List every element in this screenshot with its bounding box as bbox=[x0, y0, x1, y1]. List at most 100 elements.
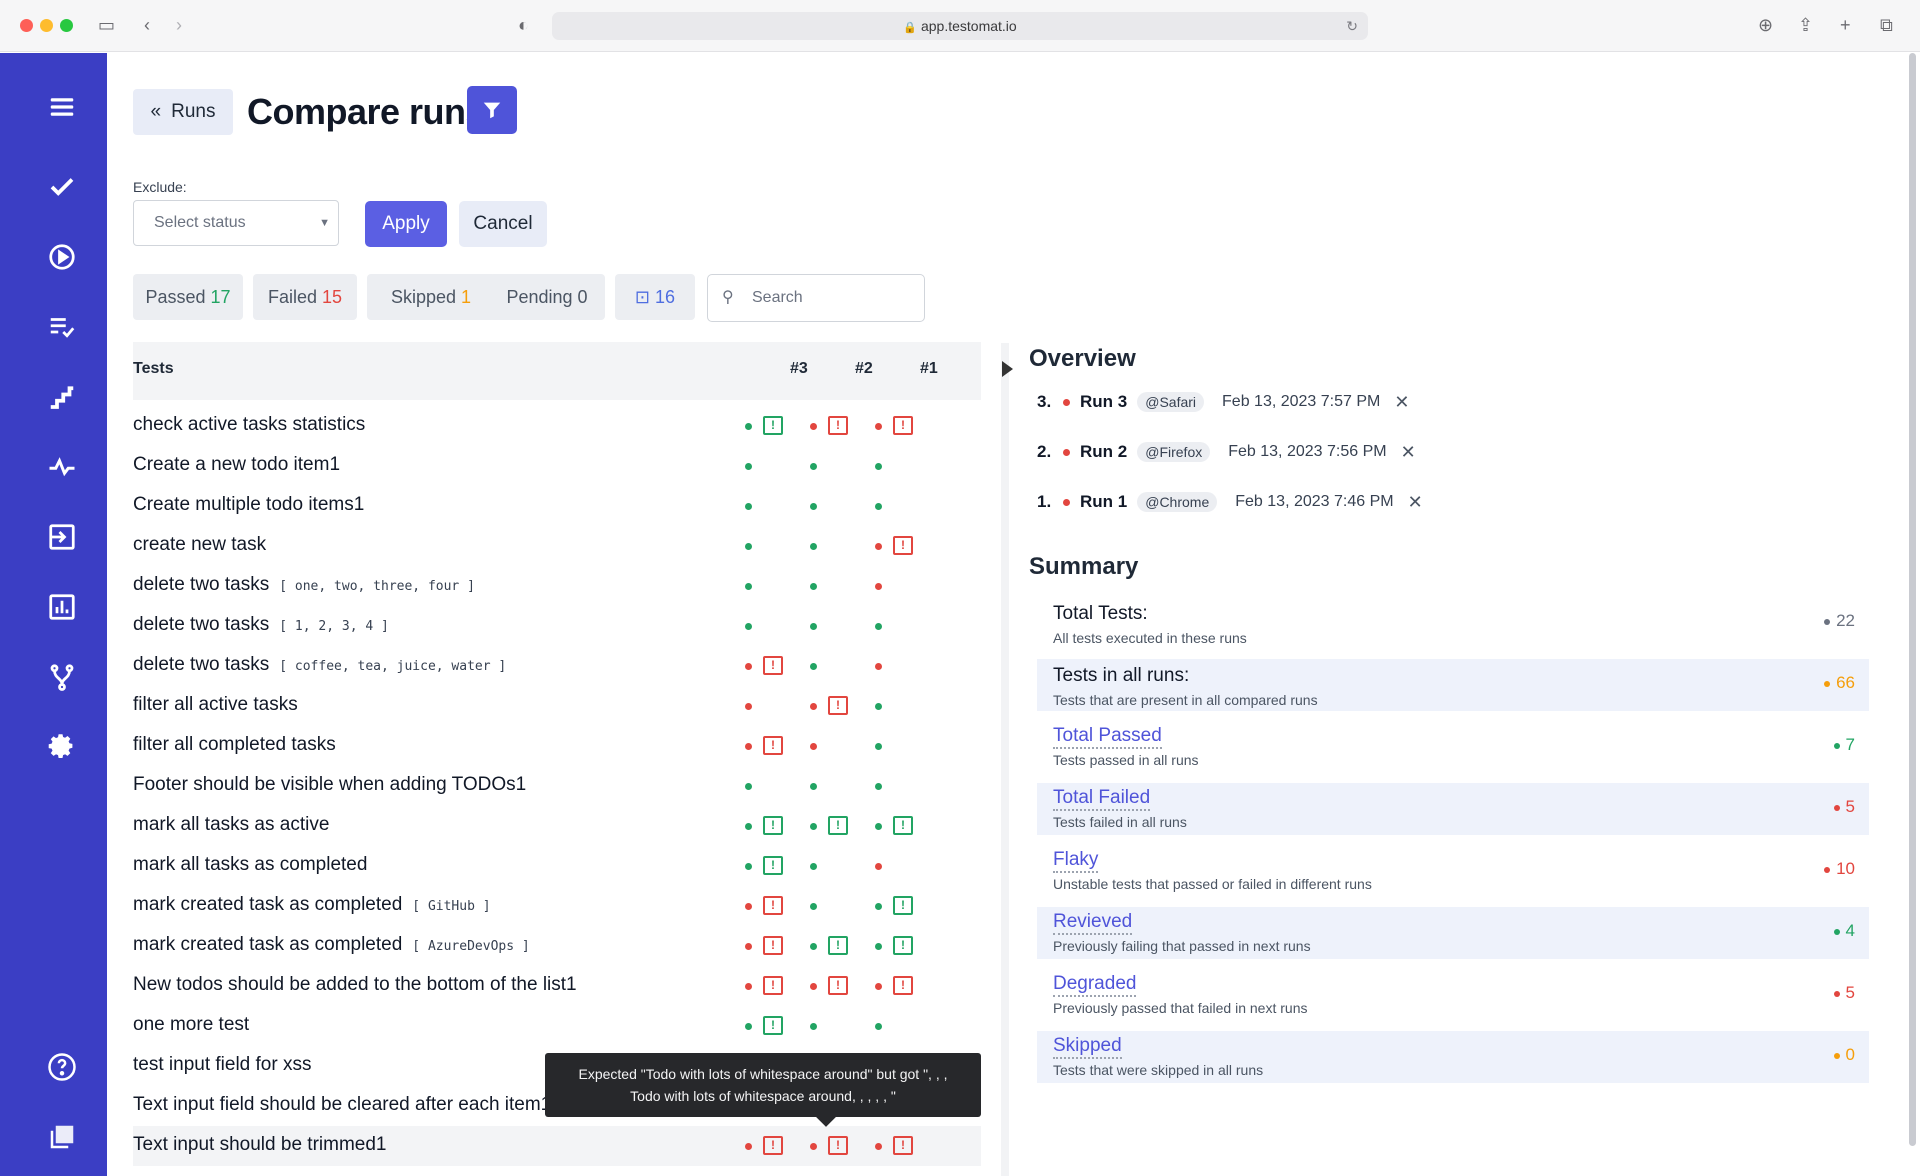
table-row[interactable]: mark all tasks as active!!! bbox=[133, 806, 981, 846]
test-name[interactable]: mark created task as completed [ AzureDev… bbox=[133, 934, 530, 956]
message-icon[interactable]: ! bbox=[828, 696, 848, 715]
summary-title[interactable]: Total Failed bbox=[1053, 787, 1151, 811]
run-row[interactable]: 3. Run 3 @Safari Feb 13, 2023 7:57 PM ✕ bbox=[1037, 387, 1409, 417]
run-1-column-header[interactable]: #1 bbox=[920, 360, 938, 378]
import-icon[interactable] bbox=[42, 517, 82, 557]
test-name[interactable]: mark all tasks as active bbox=[133, 814, 329, 836]
test-name[interactable]: mark created task as completed [ GitHub ] bbox=[133, 894, 491, 916]
apply-button[interactable]: Apply bbox=[365, 201, 447, 247]
table-row[interactable]: filter all active tasks! bbox=[133, 686, 981, 726]
table-row[interactable]: Text input should be trimmed1!!! bbox=[133, 1126, 981, 1166]
message-icon[interactable]: ! bbox=[828, 416, 848, 435]
table-row[interactable]: create new task! bbox=[133, 526, 981, 566]
test-name[interactable]: filter all active tasks bbox=[133, 694, 298, 716]
summary-item[interactable]: Flaky Unstable tests that passed or faile… bbox=[1037, 845, 1869, 897]
test-name[interactable]: Create a new todo item1 bbox=[133, 454, 340, 476]
pending-filter-pill[interactable]: Pending 0 bbox=[489, 274, 605, 320]
checklist-icon[interactable] bbox=[42, 307, 82, 347]
message-icon[interactable]: ! bbox=[763, 936, 783, 955]
test-name[interactable]: filter all completed tasks bbox=[133, 734, 336, 756]
message-icon[interactable]: ! bbox=[893, 936, 913, 955]
play-circle-icon[interactable] bbox=[42, 237, 82, 277]
test-name[interactable]: delete two tasks [ 1, 2, 3, 4 ] bbox=[133, 614, 389, 636]
run-3-column-header[interactable]: #3 bbox=[790, 360, 808, 378]
summary-item[interactable]: Total Passed Tests passed in all runs 7 bbox=[1037, 721, 1869, 773]
test-name[interactable]: test input field for xss bbox=[133, 1054, 311, 1076]
address-bar[interactable]: 🔒 app.testomat.io ↻ bbox=[552, 12, 1368, 40]
message-icon[interactable]: ! bbox=[828, 1136, 848, 1155]
run-name[interactable]: Run 3 bbox=[1080, 392, 1127, 412]
table-row[interactable]: New todos should be added to the bottom … bbox=[133, 966, 981, 1006]
message-icon[interactable]: ! bbox=[763, 416, 783, 435]
table-row[interactable]: mark all tasks as completed! bbox=[133, 846, 981, 886]
table-row[interactable]: delete two tasks [ one, two, three, four … bbox=[133, 566, 981, 606]
message-icon[interactable]: ! bbox=[893, 536, 913, 555]
tab-overview-icon[interactable]: ⧉ bbox=[1880, 14, 1893, 36]
test-name[interactable]: check active tasks statistics bbox=[133, 414, 365, 436]
table-row[interactable]: delete two tasks [ coffee, tea, juice, wa… bbox=[133, 646, 981, 686]
forward-arrow-icon[interactable]: › bbox=[176, 14, 182, 36]
new-tab-icon[interactable]: + bbox=[1840, 14, 1851, 36]
search-input[interactable]: ⚲ Search bbox=[707, 274, 925, 322]
window-close-button[interactable] bbox=[20, 19, 33, 32]
message-icon[interactable]: ! bbox=[893, 416, 913, 435]
skipped-filter-pill[interactable]: Skipped 1 bbox=[367, 274, 495, 320]
remove-run-icon[interactable]: ✕ bbox=[1394, 392, 1409, 413]
summary-item[interactable]: Total Failed Tests failed in all runs 5 bbox=[1037, 783, 1869, 835]
message-icon[interactable]: ! bbox=[763, 976, 783, 995]
table-row[interactable]: mark created task as completed [ AzureDev… bbox=[133, 926, 981, 966]
message-icon[interactable]: ! bbox=[828, 816, 848, 835]
run-row[interactable]: 2. Run 2 @Firefox Feb 13, 2023 7:56 PM ✕ bbox=[1037, 437, 1416, 467]
summary-title[interactable]: Degraded bbox=[1053, 973, 1137, 997]
message-icon[interactable]: ! bbox=[828, 936, 848, 955]
summary-title[interactable]: Total Passed bbox=[1053, 725, 1162, 749]
test-name[interactable]: Footer should be visible when adding TOD… bbox=[133, 774, 526, 796]
collapse-arrow-icon[interactable] bbox=[1002, 361, 1013, 377]
remove-run-icon[interactable]: ✕ bbox=[1401, 442, 1416, 463]
summary-item[interactable]: Revieved Previously failing that passed i… bbox=[1037, 907, 1869, 959]
message-icon[interactable]: ! bbox=[763, 1016, 783, 1035]
settings-gear-icon[interactable] bbox=[42, 727, 82, 767]
share-icon[interactable]: ⇪ bbox=[1798, 14, 1813, 36]
passed-filter-pill[interactable]: Passed 17 bbox=[133, 274, 243, 320]
projects-icon[interactable] bbox=[42, 1117, 82, 1157]
panel-splitter[interactable] bbox=[1001, 343, 1009, 1176]
test-name[interactable]: New todos should be added to the bottom … bbox=[133, 974, 577, 996]
message-icon[interactable]: ! bbox=[893, 976, 913, 995]
table-row[interactable]: Create a new todo item1 bbox=[133, 446, 981, 486]
analytics-icon[interactable] bbox=[42, 587, 82, 627]
back-to-runs-button[interactable]: « Runs bbox=[133, 89, 233, 135]
run-row[interactable]: 1. Run 1 @Chrome Feb 13, 2023 7:46 PM ✕ bbox=[1037, 487, 1423, 517]
run-name[interactable]: Run 1 bbox=[1080, 492, 1127, 512]
summary-title[interactable]: Revieved bbox=[1053, 911, 1133, 935]
table-row[interactable]: filter all completed tasks! bbox=[133, 726, 981, 766]
checkmark-icon[interactable] bbox=[42, 167, 82, 207]
message-icon[interactable]: ! bbox=[763, 816, 783, 835]
messages-filter-pill[interactable]: ⊡ 16 bbox=[615, 274, 695, 320]
window-zoom-button[interactable] bbox=[60, 19, 73, 32]
menu-icon[interactable] bbox=[42, 87, 82, 127]
pulse-icon[interactable] bbox=[42, 447, 82, 487]
run-name[interactable]: Run 2 bbox=[1080, 442, 1127, 462]
test-name[interactable]: one more test bbox=[133, 1014, 249, 1036]
message-icon[interactable]: ! bbox=[893, 1136, 913, 1155]
reload-icon[interactable]: ↻ bbox=[1346, 12, 1358, 40]
download-icon[interactable]: ⊕ bbox=[1758, 14, 1773, 36]
table-row[interactable]: mark created task as completed [ GitHub ]… bbox=[133, 886, 981, 926]
test-name[interactable]: Create multiple todo items1 bbox=[133, 494, 364, 516]
shield-icon[interactable]: ◐ bbox=[518, 14, 529, 36]
test-name[interactable]: create new task bbox=[133, 534, 266, 556]
window-minimize-button[interactable] bbox=[40, 19, 53, 32]
help-icon[interactable] bbox=[42, 1047, 82, 1087]
page-scrollbar[interactable] bbox=[1909, 53, 1916, 1146]
message-icon[interactable]: ! bbox=[828, 976, 848, 995]
message-icon[interactable]: ! bbox=[763, 1136, 783, 1155]
test-name[interactable]: Text input should be trimmed1 bbox=[133, 1134, 386, 1156]
message-icon[interactable]: ! bbox=[893, 816, 913, 835]
table-row[interactable]: check active tasks statistics!!! bbox=[133, 406, 981, 446]
filter-button[interactable] bbox=[467, 86, 517, 134]
status-select[interactable]: Select status ▼ bbox=[133, 200, 339, 246]
summary-title[interactable]: Skipped bbox=[1053, 1035, 1122, 1059]
summary-item[interactable]: Skipped Tests that were skipped in all ru… bbox=[1037, 1031, 1869, 1083]
test-name[interactable]: Text input field should be cleared after… bbox=[133, 1094, 551, 1116]
